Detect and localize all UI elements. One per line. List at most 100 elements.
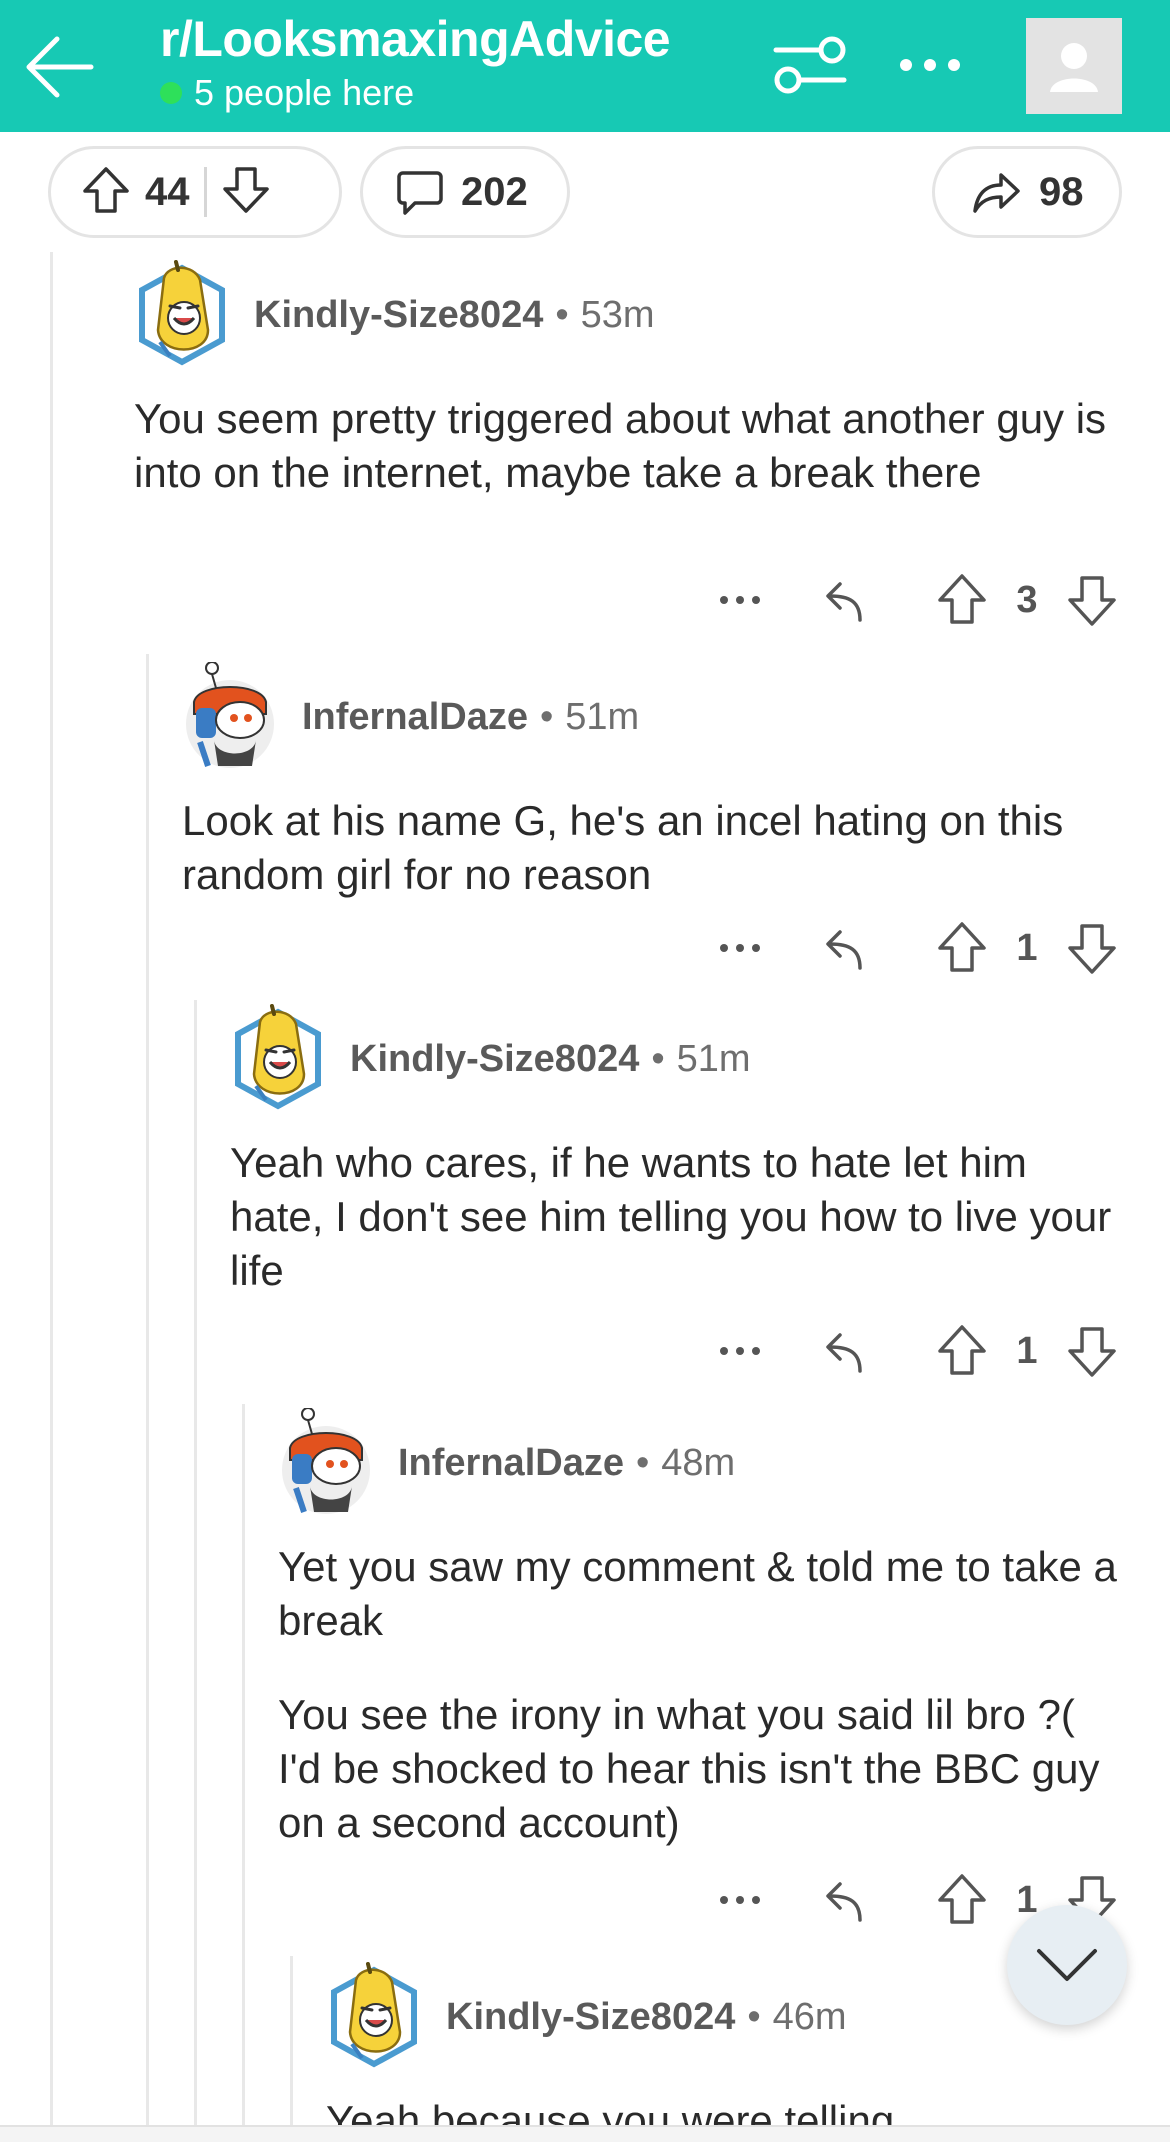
user-avatar-icon <box>1050 43 1098 92</box>
overflow-menu-button[interactable] <box>895 30 965 100</box>
comment-body: Yet you saw my comment & told me to take… <box>278 1540 1122 1850</box>
comment-more-button[interactable] <box>710 918 770 978</box>
comment: Kindly-Size8024 • 53m You seem pretty tr… <box>134 260 1122 500</box>
comment-username[interactable]: InfernalDaze <box>398 1442 624 1485</box>
comment-paragraph: Yet you saw my comment & told me to take… <box>278 1543 1117 1644</box>
comment-header: Kindly-Size8024 • 53m <box>134 260 1122 370</box>
comment-username[interactable]: Kindly-Size8024 <box>350 1038 639 1081</box>
reply-icon <box>826 582 862 622</box>
thread-line[interactable] <box>194 1000 197 2125</box>
downvote-icon <box>1068 576 1116 626</box>
filter-sliders-icon <box>773 36 847 94</box>
comment-upvote-button[interactable] <box>932 1870 992 1930</box>
comment-upvote-button[interactable] <box>932 1321 992 1381</box>
thread-line[interactable] <box>242 1404 245 2125</box>
comment-timestamp: 46m <box>772 1995 847 2038</box>
meta-separator: • <box>635 1441 650 1484</box>
reply-button[interactable] <box>814 570 874 630</box>
reply-button[interactable] <box>814 918 874 978</box>
meta-separator: • <box>651 1037 665 1080</box>
share-button[interactable]: 98 <box>932 146 1122 238</box>
more-horizontal-icon <box>720 1896 760 1904</box>
online-dot-icon <box>160 82 182 104</box>
comment-header: InfernalDaze • 51m <box>182 662 1122 772</box>
post-action-bar: 44 202 98 <box>0 132 1170 252</box>
comment: Kindly-Size8024 • 51m Yeah who cares, if… <box>230 1004 1122 1298</box>
vote-divider <box>203 167 207 217</box>
next-comment-button[interactable] <box>1007 1905 1127 2025</box>
comment-username[interactable]: Kindly-Size8024 <box>446 1996 735 2039</box>
upvote-button[interactable] <box>81 165 131 220</box>
comment-actions: 1 <box>710 1321 1122 1381</box>
thread-line[interactable] <box>50 252 53 2125</box>
reply-button[interactable] <box>814 1870 874 1930</box>
comment-upvote-button[interactable] <box>932 918 992 978</box>
avatar[interactable] <box>326 1962 422 2072</box>
comment-paragraph: You see the irony in what you said lil b… <box>278 1691 1100 1846</box>
comment-username[interactable]: InfernalDaze <box>302 696 528 739</box>
comment-body: You seem pretty triggered about what ano… <box>134 392 1122 500</box>
comment-downvote-button[interactable] <box>1062 1321 1122 1381</box>
reply-icon <box>826 1333 862 1373</box>
comment-timestamp: 53m <box>580 293 655 336</box>
more-horizontal-icon <box>900 59 960 71</box>
comment-timestamp: 51m <box>676 1037 751 1080</box>
comment-header: Kindly-Size8024 • 46m <box>326 1962 1122 2072</box>
comment: Kindly-Size8024 • 46m Yeah because you w… <box>326 1962 1122 2125</box>
avatar[interactable] <box>278 1408 374 1518</box>
comment-username[interactable]: Kindly-Size8024 <box>254 294 543 337</box>
comment-header: Kindly-Size8024 • 51m <box>230 1004 1122 1114</box>
more-horizontal-icon <box>720 1347 760 1355</box>
comment-timestamp: 51m <box>565 695 640 738</box>
comment-more-button[interactable] <box>710 1870 770 1930</box>
comment-paragraph: Yeah because you were telling <box>326 2097 895 2125</box>
meta-separator: • <box>539 695 554 738</box>
upvote-icon <box>938 1325 986 1375</box>
comment-downvote-button[interactable] <box>1062 570 1122 630</box>
more-horizontal-icon <box>720 944 760 952</box>
share-count: 98 <box>1039 169 1084 214</box>
comment-paragraph: You seem pretty triggered about what ano… <box>134 395 1107 496</box>
meta-separator: • <box>555 293 569 336</box>
online-indicator: 5 people here <box>160 72 414 114</box>
comment-more-button[interactable] <box>710 1321 770 1381</box>
meta-separator: • <box>747 1995 761 2038</box>
comment-timestamp: 48m <box>661 1441 736 1484</box>
bottom-bar-edge <box>0 2125 1170 2142</box>
downvote-button[interactable] <box>221 165 271 220</box>
reply-icon <box>826 1882 862 1922</box>
comment-body: Yeah who cares, if he wants to hate let … <box>230 1136 1122 1298</box>
comment-more-button[interactable] <box>710 570 770 630</box>
comments-button[interactable]: 202 <box>360 146 570 238</box>
reply-icon <box>826 930 862 970</box>
avatar[interactable] <box>134 260 230 370</box>
back-button[interactable] <box>14 22 104 112</box>
thread-line[interactable] <box>290 1956 293 2125</box>
vote-pill: 44 <box>48 146 342 238</box>
comment-downvote-button[interactable] <box>1062 918 1122 978</box>
comment-score: 3 <box>1016 578 1038 621</box>
app-header: r/LooksmaxingAdvice 5 people here <box>0 0 1170 132</box>
avatar[interactable] <box>230 1004 326 1114</box>
comment-upvote-button[interactable] <box>932 570 992 630</box>
online-count: 5 people here <box>194 72 415 113</box>
thread-line[interactable] <box>146 654 149 2125</box>
comment-header: InfernalDaze • 48m <box>278 1408 1122 1518</box>
comment-body: Look at his name G, he's an incel hating… <box>182 794 1122 902</box>
avatar[interactable] <box>182 662 278 772</box>
user-avatar-button[interactable] <box>1026 18 1122 114</box>
chevron-down-icon <box>1037 1949 1097 1981</box>
filter-button[interactable] <box>770 30 850 100</box>
reply-button[interactable] <box>814 1321 874 1381</box>
upvote-icon <box>938 922 986 972</box>
upvote-icon <box>938 1874 986 1924</box>
upvote-count: 44 <box>145 169 190 214</box>
subreddit-title[interactable]: r/LooksmaxingAdvice <box>160 10 671 68</box>
comment-paragraph: Look at his name G, he's an incel hating… <box>182 797 1064 898</box>
comment-actions: 3 <box>710 570 1122 630</box>
comment-paragraph: Yeah who cares, if he wants to hate let … <box>230 1139 1112 1294</box>
comment-count: 202 <box>461 169 528 214</box>
comment-bubble-icon <box>397 171 443 215</box>
arrow-left-icon <box>26 36 94 98</box>
more-horizontal-icon <box>720 596 760 604</box>
